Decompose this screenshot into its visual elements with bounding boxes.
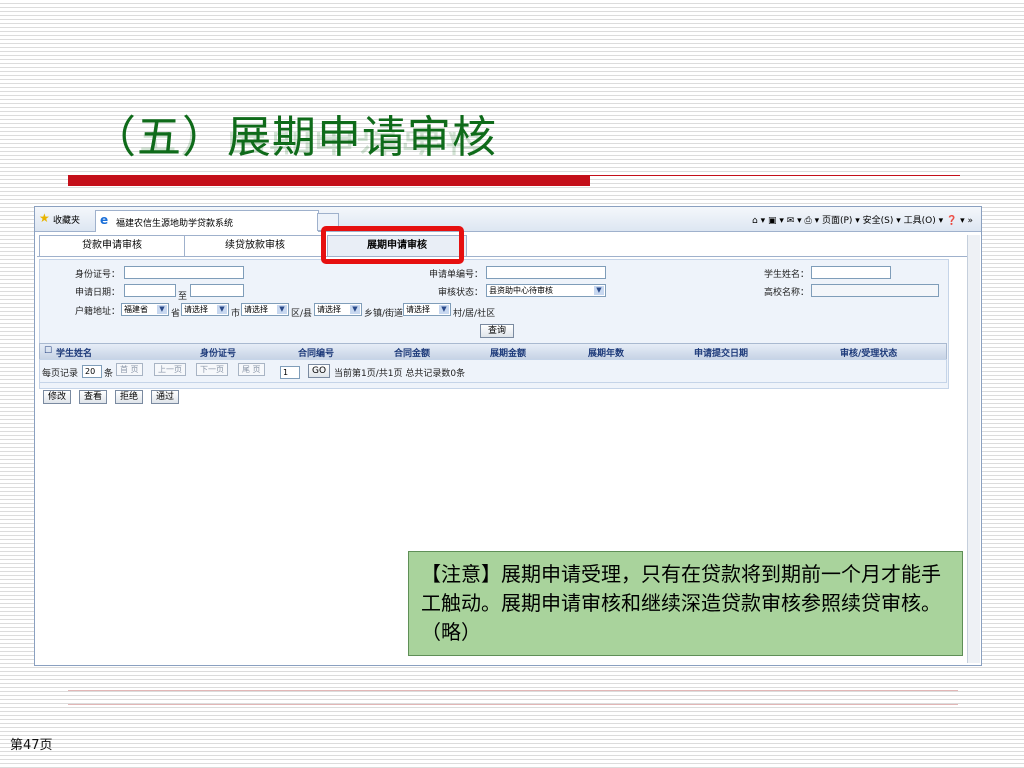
per-page-unit: 条 xyxy=(104,369,114,379)
tab-loan-application-review[interactable]: 贷款申请审核 xyxy=(39,235,185,256)
browser-command-bar[interactable]: ⌂ ▾ ▣ ▾ ✉ ▾ ⎙ ▾ 页面(P) ▾ 安全(S) ▾ 工具(O) ▾ … xyxy=(752,213,973,226)
province-suffix: 省 xyxy=(171,309,181,319)
town-suffix: 乡镇/街道 xyxy=(364,309,404,319)
col-id-number[interactable]: 身份证号 xyxy=(200,346,236,359)
app-tab-bar: 贷款申请审核 续贷放款审核 展期申请审核 xyxy=(37,235,967,257)
chevron-down-icon: ▼ xyxy=(277,305,287,314)
col-extension-amount[interactable]: 展期金额 xyxy=(490,346,526,359)
browser-tab-title: 福建农信生源地助学贷款系统 xyxy=(116,219,234,229)
page-number-input[interactable]: 1 xyxy=(280,366,300,379)
chevron-down-icon: ▼ xyxy=(594,286,604,295)
district-value: 请选择 xyxy=(244,305,268,314)
review-status-value: 县资助中心待审核 xyxy=(489,286,553,295)
tab-highlight-box xyxy=(321,226,464,264)
apply-number-input[interactable] xyxy=(486,266,606,279)
page-number: 第47页 xyxy=(10,738,53,753)
col-contract-number[interactable]: 合同编号 xyxy=(298,346,334,359)
date-to-label: 至 xyxy=(178,292,188,302)
title-underline-bar xyxy=(68,175,590,186)
note-callout: 【注意】展期申请受理，只有在贷款将到期前一个月才能手工触动。展期申请审核和继续深… xyxy=(408,551,963,656)
city-value: 请选择 xyxy=(184,305,208,314)
review-status-select[interactable]: 县资助中心待审核 ▼ xyxy=(486,284,606,297)
chevron-down-icon: ▼ xyxy=(157,305,167,314)
province-value: 福建省 xyxy=(124,305,148,314)
favorites-button[interactable]: 收藏夹 xyxy=(53,213,80,226)
village-value: 请选择 xyxy=(406,305,430,314)
review-status-label: 审核状态： xyxy=(438,288,484,298)
go-button[interactable]: GO xyxy=(308,364,330,378)
id-number-input[interactable] xyxy=(124,266,244,279)
chevron-down-icon: ▼ xyxy=(439,305,449,314)
village-select[interactable]: 请选择 ▼ xyxy=(403,303,451,316)
slide-title-reflection: （五）展期申请审核 xyxy=(92,132,488,158)
school-name-label: 高校名称： xyxy=(764,288,810,298)
student-name-input[interactable] xyxy=(811,266,891,279)
approve-button[interactable]: 通过 xyxy=(151,390,180,404)
col-extension-years[interactable]: 展期年数 xyxy=(588,346,624,359)
district-select[interactable]: 请选择 ▼ xyxy=(241,303,289,316)
first-page-button[interactable]: 首 页 xyxy=(116,363,143,376)
view-button[interactable]: 查看 xyxy=(79,390,108,404)
per-page-input[interactable]: 20 xyxy=(82,365,102,378)
tab-renewal-disbursement-review[interactable]: 续贷放款审核 xyxy=(184,235,326,256)
overflow-chevron[interactable]: » xyxy=(967,216,973,226)
next-page-button[interactable]: 下一页 xyxy=(196,363,228,376)
school-name-input[interactable] xyxy=(811,284,939,297)
per-page-label: 每页记录 xyxy=(42,369,79,379)
mail-icon[interactable]: ✉ xyxy=(787,216,795,226)
prev-page-button[interactable]: 上一页 xyxy=(154,363,186,376)
apply-number-label: 申请单编号： xyxy=(429,270,484,280)
favorites-star-icon[interactable]: ★ xyxy=(39,211,50,225)
select-all-checkbox[interactable]: ☐ xyxy=(44,346,52,356)
town-select[interactable]: 请选择 ▼ xyxy=(314,303,362,316)
pager-summary: 当前第1页/共1页 总共记录数0条 xyxy=(334,369,466,379)
city-suffix: 市 xyxy=(231,309,241,319)
reject-button[interactable]: 拒绝 xyxy=(115,390,144,404)
province-select[interactable]: 福建省 ▼ xyxy=(121,303,169,316)
apply-date-from-input[interactable] xyxy=(124,284,176,297)
vertical-scrollbar[interactable] xyxy=(967,235,980,663)
apply-date-label: 申请日期： xyxy=(75,288,121,298)
col-student-name[interactable]: 学生姓名 xyxy=(56,346,92,359)
footer-rule-top xyxy=(68,690,958,691)
id-number-label: 身份证号： xyxy=(75,270,121,280)
chevron-down-icon: ▼ xyxy=(217,305,227,314)
col-submit-date[interactable]: 申请提交日期 xyxy=(694,346,748,359)
browser-tab[interactable]: e 福建农信生源地助学贷款系统 xyxy=(95,210,319,232)
print-icon[interactable]: ⎙ xyxy=(805,216,812,226)
feeds-icon[interactable]: ▣ xyxy=(768,216,777,226)
help-icon[interactable]: ❓ xyxy=(946,216,957,226)
home-icon[interactable]: ⌂ xyxy=(752,216,758,226)
grid-header-row: ☐ 学生姓名 身份证号 合同编号 合同金额 展期金额 展期年数 申请提交日期 审… xyxy=(39,343,947,360)
apply-date-to-input[interactable] xyxy=(190,284,244,297)
browser-toolbar: ★ 收藏夹 e 福建农信生源地助学贷款系统 ⌂ ▾ ▣ ▾ ✉ ▾ ⎙ ▾ 页面… xyxy=(35,207,981,232)
district-suffix: 区/县 xyxy=(291,309,313,319)
query-button[interactable]: 查询 xyxy=(480,324,514,338)
city-select[interactable]: 请选择 ▼ xyxy=(181,303,229,316)
last-page-button[interactable]: 尾 页 xyxy=(238,363,265,376)
footer-rule-bottom xyxy=(68,704,958,705)
student-name-label: 学生姓名： xyxy=(764,270,810,280)
note-text: 【注意】展期申请受理，只有在贷款将到期前一个月才能手工触动。展期申请审核和继续深… xyxy=(421,562,941,644)
browser-menus[interactable]: 页面(P) ▾ 安全(S) ▾ 工具(O) ▾ xyxy=(822,216,943,226)
pager: 每页记录 20 条 首 页 上一页 下一页 尾 页 1 GO 当前第1页/共1页… xyxy=(39,359,947,383)
edit-button[interactable]: 修改 xyxy=(43,390,72,404)
chevron-down-icon: ▼ xyxy=(350,305,360,314)
col-review-status[interactable]: 审核/受理状态 xyxy=(840,346,897,359)
village-suffix: 村/居/社区 xyxy=(453,309,496,319)
town-value: 请选择 xyxy=(317,305,341,314)
col-contract-amount[interactable]: 合同金额 xyxy=(394,346,430,359)
ie-icon: e xyxy=(100,213,109,227)
household-address-label: 户籍地址： xyxy=(75,307,121,317)
title-underline-line xyxy=(590,175,960,176)
